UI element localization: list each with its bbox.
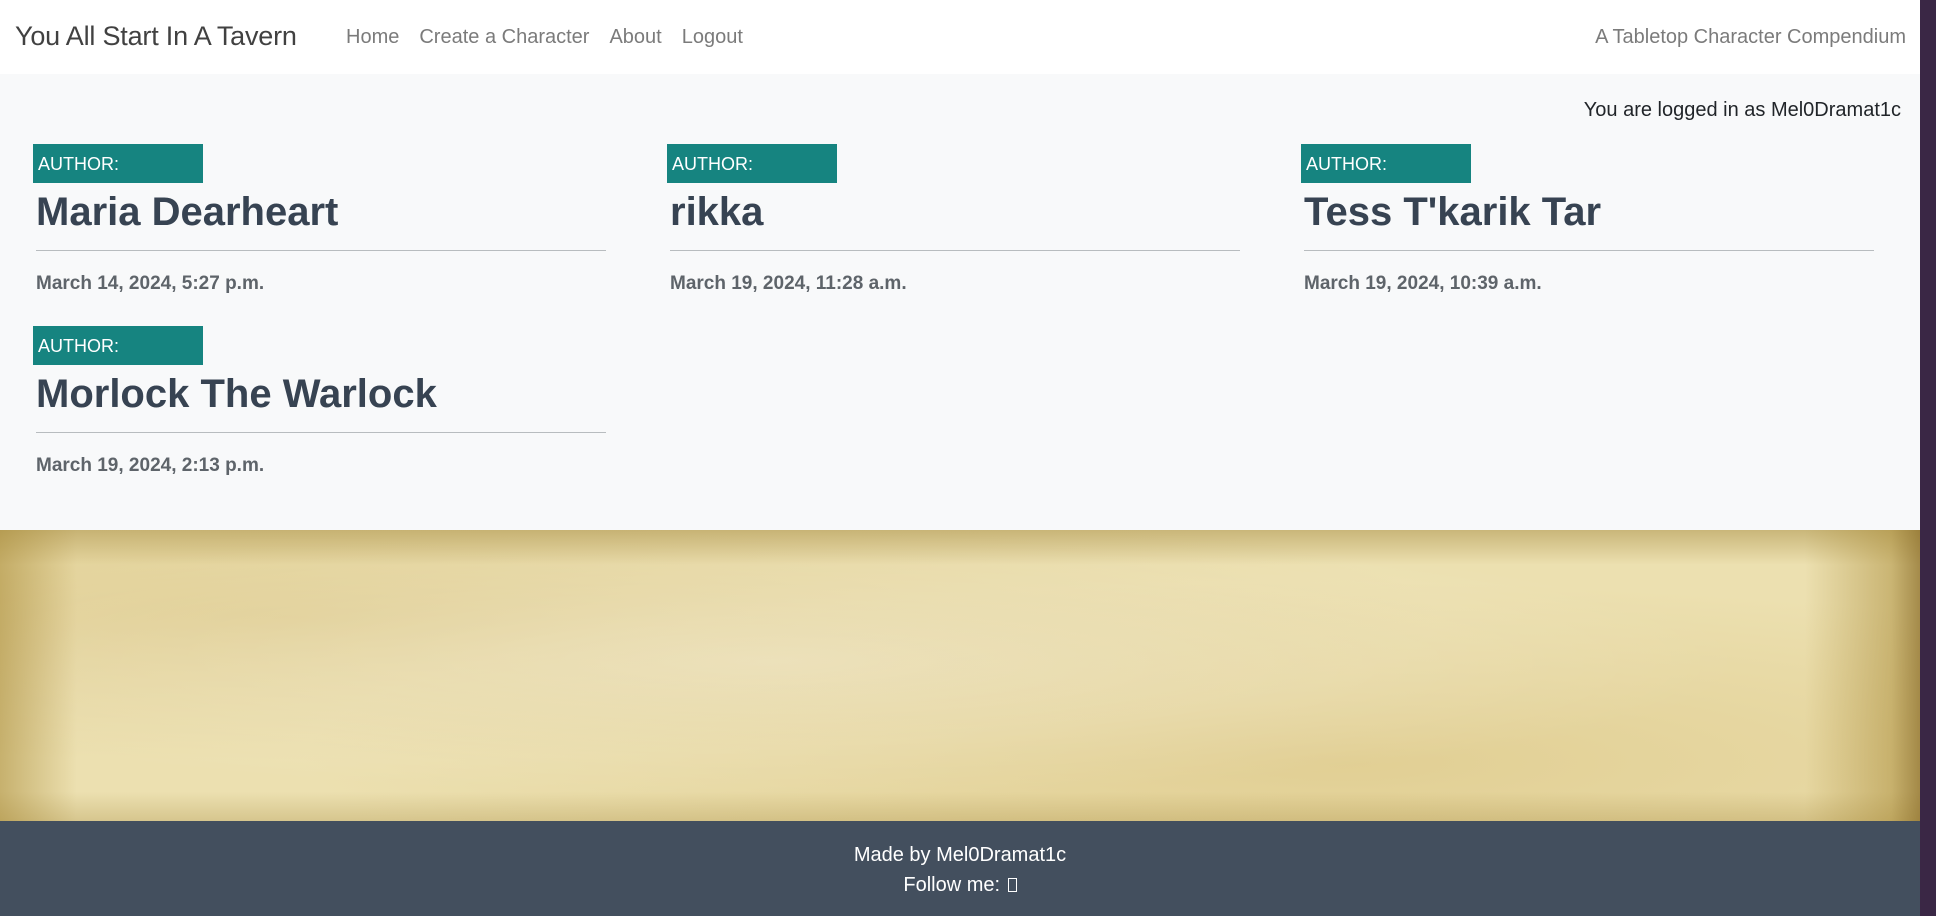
character-name[interactable]: rikka — [670, 186, 763, 238]
footer-follow: Follow me: — [0, 871, 1920, 899]
nav-link-home[interactable]: Home — [346, 22, 399, 52]
navbar: You All Start In A Tavern Home Create a … — [0, 0, 1920, 74]
site-brand[interactable]: You All Start In A Tavern — [15, 18, 297, 54]
character-date: March 19, 2024, 10:39 a.m. — [1304, 273, 1542, 294]
follow-label: Follow me: — [903, 874, 1001, 896]
social-link-icon[interactable] — [1007, 878, 1017, 892]
parchment-background — [0, 530, 1920, 821]
author-badge: AUTHOR: — [33, 326, 203, 365]
author-badge: AUTHOR: — [1301, 144, 1471, 183]
character-name[interactable]: Tess T'karik Tar — [1304, 186, 1601, 238]
card-divider — [1304, 250, 1874, 251]
site-tagline: A Tabletop Character Compendium — [1595, 26, 1906, 48]
author-badge: AUTHOR: — [667, 144, 837, 183]
character-date: March 14, 2024, 5:27 p.m. — [36, 273, 265, 294]
character-name[interactable]: Morlock The Warlock — [36, 368, 437, 420]
card-divider — [36, 432, 606, 433]
card-divider — [36, 250, 606, 251]
character-date: March 19, 2024, 11:28 a.m. — [670, 273, 907, 294]
author-badge: AUTHOR: — [33, 144, 203, 183]
login-status: You are logged in as Mel0Dramat1c — [1583, 99, 1901, 121]
character-name[interactable]: Maria Dearheart — [36, 186, 338, 238]
nav-link-logout[interactable]: Logout — [682, 22, 743, 52]
footer-credit: Made by Mel0Dramat1c — [853, 844, 1067, 866]
page: You All Start In A Tavern Home Create a … — [0, 0, 1920, 916]
nav-link-about[interactable]: About — [609, 22, 661, 52]
nav-link-create-character[interactable]: Create a Character — [419, 22, 589, 52]
character-date: March 19, 2024, 2:13 p.m. — [36, 455, 265, 476]
card-divider — [670, 250, 1240, 251]
footer: Made by Mel0Dramat1c Follow me: — [0, 821, 1920, 916]
nav-links: Home Create a Character About Logout — [346, 22, 763, 52]
